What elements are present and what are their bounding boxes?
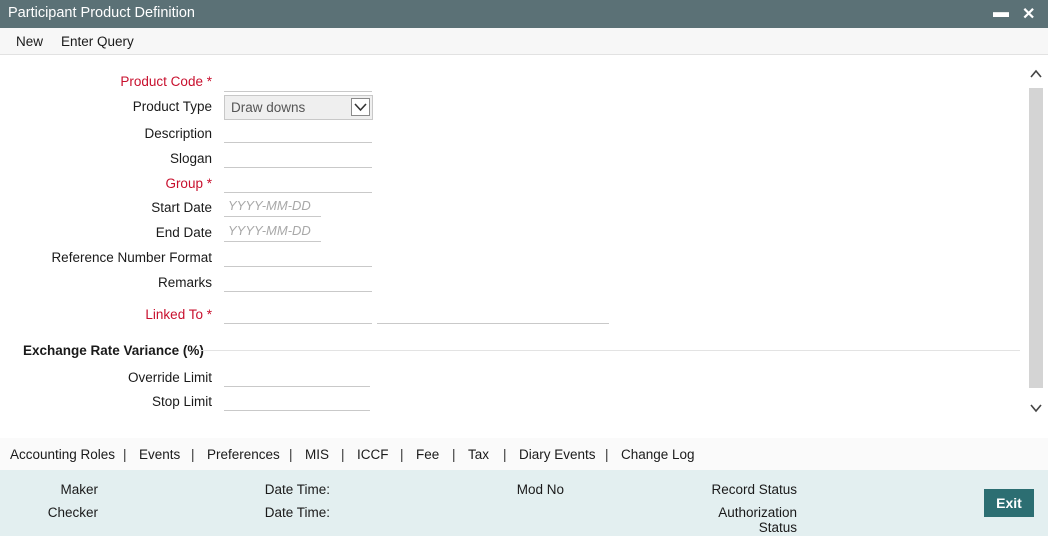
exit-button[interactable]: Exit bbox=[984, 489, 1034, 517]
linked-to-label: Linked To * bbox=[145, 307, 212, 322]
minimize-icon[interactable]: ▬ bbox=[993, 4, 1009, 22]
authorization-status-label: Authorization Status bbox=[718, 505, 797, 535]
start-date-label: Start Date bbox=[151, 200, 212, 215]
chevron-down-icon[interactable] bbox=[1028, 400, 1044, 416]
product-type-select[interactable]: Draw downs bbox=[224, 95, 373, 120]
tab-separator: | bbox=[289, 447, 293, 462]
override-limit-input[interactable] bbox=[224, 365, 370, 387]
mod-no-label: Mod No bbox=[516, 482, 564, 497]
tab-separator: | bbox=[605, 447, 609, 462]
maker-label: Maker bbox=[60, 482, 98, 497]
tab-separator: | bbox=[191, 447, 195, 462]
group-input[interactable] bbox=[224, 171, 372, 193]
new-menu-item[interactable]: New bbox=[16, 34, 43, 49]
linked-to-input[interactable] bbox=[224, 302, 372, 324]
chevron-down-icon[interactable] bbox=[351, 98, 370, 116]
scrollbar-thumb[interactable] bbox=[1029, 88, 1043, 388]
checker-date-time-label: Date Time: bbox=[264, 505, 330, 520]
slogan-label: Slogan bbox=[169, 151, 212, 166]
product-code-label: Product Code * bbox=[120, 74, 212, 89]
remarks-label: Remarks bbox=[157, 275, 212, 290]
tab-diary-events[interactable]: Diary Events bbox=[519, 447, 596, 462]
tab-separator: | bbox=[503, 447, 507, 462]
enter-query-menu-item[interactable]: Enter Query bbox=[61, 34, 134, 49]
checker-label: Checker bbox=[47, 505, 98, 520]
product-type-label: Product Type bbox=[132, 99, 212, 114]
slogan-input[interactable] bbox=[224, 146, 372, 168]
end-date-input[interactable]: YYYY-MM-DD bbox=[224, 220, 321, 242]
tab-separator: | bbox=[400, 447, 404, 462]
group-label: Group * bbox=[165, 176, 212, 191]
vertical-scrollbar[interactable] bbox=[1028, 64, 1044, 428]
tab-change-log[interactable]: Change Log bbox=[621, 447, 695, 462]
reference-number-format-label: Reference Number Format bbox=[51, 250, 212, 265]
tab-fee[interactable]: Fee bbox=[416, 447, 439, 462]
exchange-rate-section-title: Exchange Rate Variance (%) bbox=[23, 343, 204, 358]
maker-date-time-label: Date Time: bbox=[264, 482, 330, 497]
stop-limit-input[interactable] bbox=[224, 389, 370, 411]
tab-tax[interactable]: Tax bbox=[468, 447, 489, 462]
section-divider bbox=[200, 350, 1020, 351]
tab-separator: | bbox=[341, 447, 345, 462]
remarks-input[interactable] bbox=[224, 270, 372, 292]
window-title: Participant Product Definition bbox=[8, 5, 195, 21]
start-date-input[interactable]: YYYY-MM-DD bbox=[224, 195, 321, 217]
tab-mis[interactable]: MIS bbox=[305, 447, 329, 462]
linked-to-description-input[interactable] bbox=[377, 302, 609, 324]
tab-accounting-roles[interactable]: Accounting Roles bbox=[10, 447, 115, 462]
reference-number-format-input[interactable] bbox=[224, 245, 372, 267]
tab-events[interactable]: Events bbox=[139, 447, 180, 462]
window-titlebar: Participant Product Definition ▬ ✕ bbox=[0, 0, 1048, 28]
product-code-input[interactable] bbox=[224, 70, 372, 92]
tab-separator: | bbox=[452, 447, 456, 462]
tab-separator: | bbox=[123, 447, 127, 462]
product-type-value: Draw downs bbox=[231, 100, 306, 115]
close-icon[interactable]: ✕ bbox=[1022, 4, 1035, 24]
chevron-up-icon[interactable] bbox=[1028, 66, 1044, 82]
audit-footer: Maker Checker Date Time: Date Time: Mod … bbox=[0, 470, 1048, 536]
tab-iccf[interactable]: ICCF bbox=[357, 447, 389, 462]
override-limit-label: Override Limit bbox=[127, 370, 212, 385]
tab-preferences[interactable]: Preferences bbox=[207, 447, 280, 462]
record-status-label: Record Status bbox=[711, 482, 797, 497]
end-date-label: End Date bbox=[155, 225, 212, 240]
menu-bar: New Enter Query bbox=[0, 28, 1048, 55]
description-label: Description bbox=[144, 126, 212, 141]
sub-screen-tabs: Accounting Roles | Events | Preferences … bbox=[0, 438, 1048, 470]
stop-limit-label: Stop Limit bbox=[151, 394, 212, 409]
description-input[interactable] bbox=[224, 121, 372, 143]
